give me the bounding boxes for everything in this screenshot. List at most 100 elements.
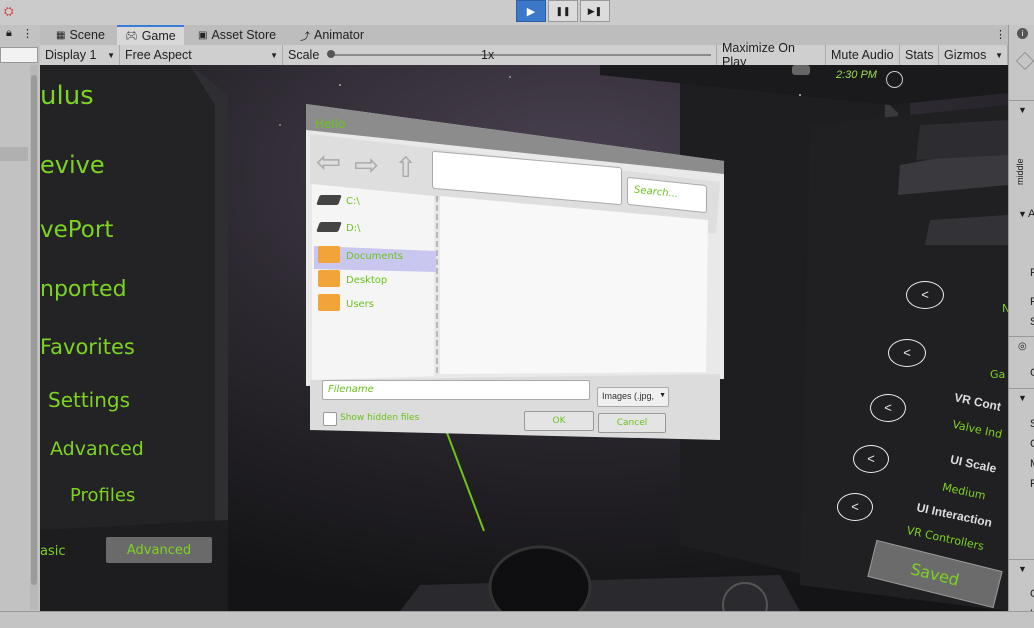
aspect-dropdown[interactable]: Free Aspect ▼ [120,45,283,65]
hierarchy-panel: 🔒︎ ⋮ [0,25,41,615]
game-view-toolbar: Display 1 ▼ Free Aspect ▼ Scale 1x Maxim… [40,41,1008,69]
filename-input[interactable]: Filename [322,380,590,400]
tab-game[interactable]: 🎮︎ Game [117,25,184,45]
scrollbar-thumb[interactable] [31,75,37,585]
inspector-divider [1009,100,1034,101]
dialog-title: Hello [315,117,346,131]
inspector-divider [1009,388,1034,389]
inspector-letter: C [1030,438,1034,450]
clock-time: 2:30 PM [836,69,877,81]
chevron-down-icon: ▼ [995,50,1003,60]
inspector-letter: S [1030,316,1034,328]
collapse-arrow-icon[interactable]: ▼ [1018,209,1027,219]
hierarchy-search-input[interactable] [0,47,38,63]
info-icon[interactable]: < [906,281,944,309]
scale-value: 1x [481,48,495,62]
collapse-arrow-icon[interactable]: ▼ [1018,564,1027,574]
menu-item-oculus[interactable]: ulus [40,81,94,111]
menu-item-viveport[interactable]: vePort [40,217,113,243]
step-button[interactable]: ▶❚ [580,0,610,22]
tab-label: Scene [69,28,105,42]
mode-advanced-button[interactable]: Advanced [106,537,212,563]
game-view[interactable]: ulus evive vePort nported Favorites Sett… [40,65,1008,611]
drive-icon [316,195,342,205]
mode-basic-button[interactable]: asic [40,544,66,559]
folder-icon [318,270,340,287]
main-toolbar: ⛭ ▶ ❚❚ ▶❚ [0,0,1034,26]
chevron-down-icon: ▼ [107,50,115,60]
collapse-arrow-icon[interactable]: ▼ [1018,105,1027,115]
tab-asset-store[interactable]: ▣ Asset Store [190,25,284,45]
maximize-on-play-toggle[interactable]: Maximize On Play [716,41,826,69]
back-arrow-icon[interactable]: ⇦ [316,148,341,178]
drive-item[interactable]: D:\ [346,223,360,234]
editor-tab-row: ▦ Scene 🎮︎ Game ▣ Asset Store ⤴ Animator… [40,25,1008,46]
menu-item-favorites[interactable]: Favorites [40,335,135,359]
file-filter-dropdown[interactable]: Images (.jpg, ▼ [597,387,669,407]
menu-item-advanced[interactable]: Advanced [50,438,144,460]
hierarchy-scrollbar[interactable] [30,65,38,610]
show-hidden-checkbox[interactable] [323,412,337,426]
folder-item-users[interactable]: Users [346,299,374,310]
ok-label: OK [552,416,566,426]
menu-item-imported[interactable]: nported [40,277,127,302]
gizmos-label: Gizmos [944,48,987,62]
inspector-middle-label: middle [1015,158,1025,185]
chevron-down-icon: ▼ [270,50,278,60]
tab-scene[interactable]: ▦ Scene [48,25,113,45]
clock-icon [886,71,903,88]
cube-icon [1015,51,1034,71]
pause-button[interactable]: ❚❚ [548,0,578,22]
scale-slider[interactable] [331,54,711,56]
cancel-button[interactable]: Cancel [598,413,666,433]
drive-item[interactable]: C:\ [346,196,360,207]
menu-item-settings[interactable]: Settings [48,388,130,412]
inspector-divider [1009,559,1034,560]
folder-item-documents[interactable]: Documents [346,251,403,262]
inspector-letter: P [1030,296,1034,308]
menu-item-profiles[interactable]: Profiles [70,485,135,506]
tab-animator[interactable]: ⤴ Animator [292,25,372,45]
tab-label: Asset Store [211,28,277,42]
info-icon[interactable]: < [837,493,873,521]
chevron-down-icon: ▼ [659,392,666,399]
gizmos-dropdown[interactable]: Gizmos ▼ [939,45,1008,65]
inspector-letter: P [1030,267,1034,279]
scene-icon: ▦ [56,29,66,41]
file-dialog: Hello ⇦ ⇨ ⇧ Search... C:\ D:\ Documents … [306,104,724,442]
show-hidden-label: Show hidden files [340,413,420,423]
unity-logo-icon: ⛭ [4,4,14,18]
scale-control: Scale 1x [283,45,717,65]
filter-label: Images (.jpg, [602,391,655,401]
hierarchy-selected-row[interactable] [0,147,28,161]
mode-advanced-label: Advanced [126,542,192,558]
collapse-arrow-icon[interactable]: ▼ [1018,393,1027,403]
mute-audio-toggle[interactable]: Mute Audio [826,45,900,65]
settings-gear-icon[interactable]: ◎ [1018,341,1027,352]
inspector-letter: C [1030,367,1034,379]
inspector-letter: S [1030,418,1034,430]
tab-menu-icon[interactable]: ⋮ [995,28,1006,41]
lock-icon[interactable]: 🔒︎ [6,27,12,40]
aspect-label: Free Aspect [125,48,192,62]
tab-label: Game [141,29,176,43]
scale-slider-handle[interactable] [327,50,335,58]
tab-label: Animator [314,28,365,42]
play-button[interactable]: ▶ [516,0,546,22]
display-dropdown[interactable]: Display 1 ▼ [40,45,120,65]
folder-item-desktop[interactable]: Desktop [346,275,387,286]
info-icon[interactable]: < [888,339,926,367]
up-arrow-icon[interactable]: ⇧ [394,154,417,182]
stats-toggle[interactable]: Stats [900,45,939,65]
forward-arrow-icon[interactable]: ⇨ [354,151,379,181]
inspector-divider [1009,336,1034,337]
info-circle-icon[interactable]: i [1017,28,1028,39]
panel-menu-icon[interactable]: ⋮ [22,27,33,40]
setting-value-ga: Ga [990,368,1006,381]
info-icon[interactable]: < [870,394,906,422]
folder-icon [318,294,340,311]
info-icon[interactable]: < [853,445,889,473]
menu-item-revive[interactable]: evive [40,151,105,179]
ok-button[interactable]: OK [524,411,594,431]
display-label: Display 1 [45,48,97,62]
